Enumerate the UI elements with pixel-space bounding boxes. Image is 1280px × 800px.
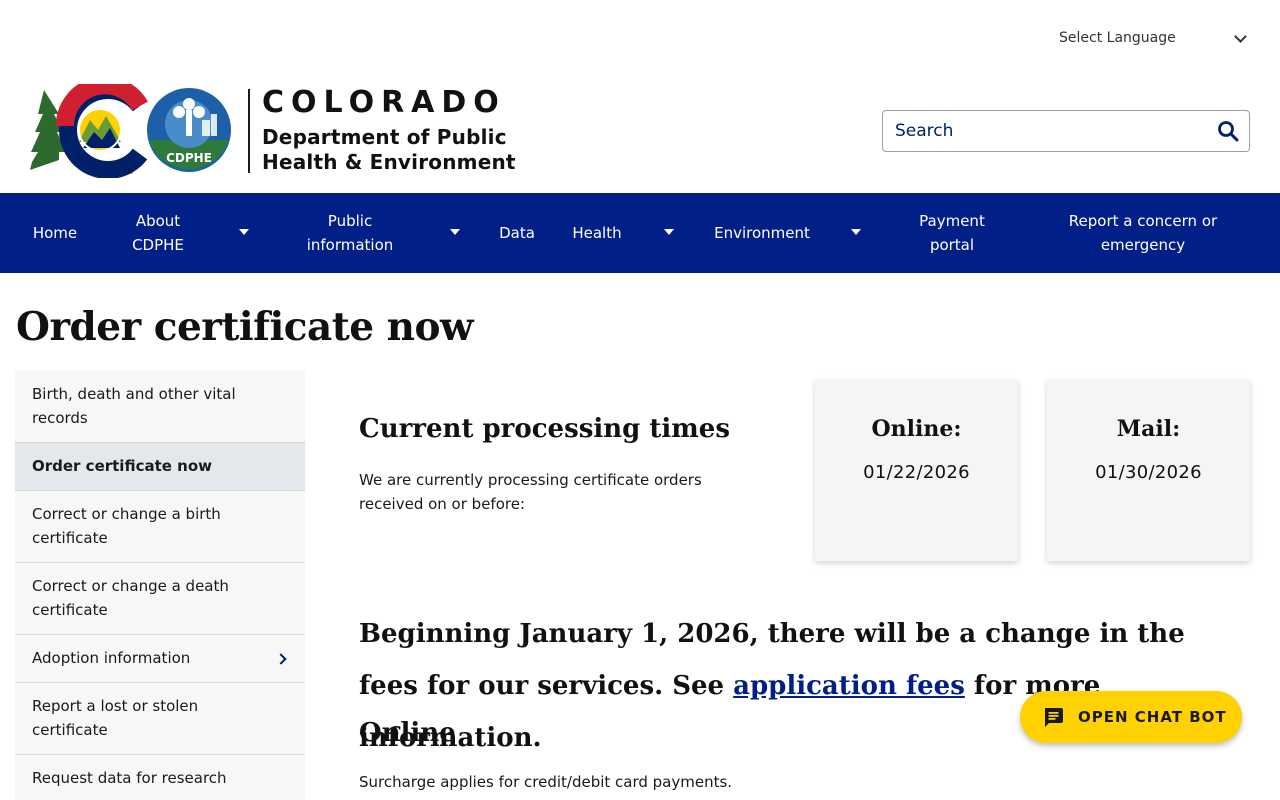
language-select-label: Select Language (1059, 30, 1176, 46)
sidenav-item-adoption[interactable]: Adoption information (15, 635, 305, 683)
logo-text: COLORADO Department of Public Health & E… (262, 87, 516, 175)
sidenav-item-correct-death[interactable]: Correct or change a death certificate (15, 563, 305, 635)
chat-icon (1045, 708, 1063, 727)
colorado-cdphe-logo-icon: TM CDPHE (30, 84, 231, 178)
application-fees-link[interactable]: application fees (733, 671, 965, 701)
card-label: Online: (871, 416, 962, 442)
side-nav: Birth, death and other vital records Ord… (15, 371, 305, 800)
search-input[interactable] (895, 121, 1217, 141)
svg-text:TM: TM (123, 169, 133, 176)
nav-item-environment[interactable]: Environment (707, 193, 817, 273)
logo-dept-line1: Department of Public (262, 125, 507, 149)
logo-divider (248, 89, 250, 173)
language-select[interactable]: Select Language (1059, 27, 1251, 49)
open-chat-bot-button[interactable]: OPEN CHAT BOT (1020, 691, 1242, 743)
online-heading: Online (359, 718, 456, 748)
nav-item-data[interactable]: Data (492, 193, 542, 273)
caret-down-icon[interactable] (450, 229, 460, 235)
processing-times-heading: Current processing times (359, 414, 730, 444)
card-label: Mail: (1116, 416, 1181, 442)
chevron-right-icon[interactable] (275, 652, 287, 665)
logo-state-name: COLORADO (262, 85, 506, 120)
card-date: 01/30/2026 (1095, 462, 1202, 483)
surcharge-note: Surcharge applies for credit/debit card … (359, 773, 733, 791)
svg-text:CDPHE: CDPHE (166, 151, 212, 165)
nav-item-public-information[interactable]: Public information (295, 193, 405, 273)
caret-down-icon[interactable] (664, 229, 674, 235)
caret-down-icon[interactable] (851, 229, 861, 235)
sidenav-item-vital-records[interactable]: Birth, death and other vital records (15, 371, 305, 443)
search-box (882, 110, 1250, 152)
processing-times-description: We are currently processing certificate … (359, 471, 702, 513)
main-nav: Home About CDPHE Public information Data… (0, 193, 1280, 273)
sidenav-item-correct-birth[interactable]: Correct or change a birth certificate (15, 491, 305, 563)
chat-button-label: OPEN CHAT BOT (1078, 708, 1227, 726)
nav-item-payment-portal[interactable]: Payment portal (907, 193, 997, 273)
page-title: Order certificate now (16, 304, 474, 350)
nav-item-health[interactable]: Health (562, 193, 632, 273)
nav-item-about[interactable]: About CDPHE (118, 193, 198, 273)
chevron-down-icon (1234, 29, 1247, 43)
nav-item-report-concern[interactable]: Report a concern or emergency (1062, 193, 1224, 273)
nav-item-home[interactable]: Home (20, 193, 90, 273)
sidenav-item-label: Adoption information (32, 649, 191, 667)
card-date: 01/22/2026 (863, 462, 970, 483)
site-logo[interactable]: TM CDPHE COLORADO Department of Public H… (28, 84, 516, 178)
sidenav-item-lost-stolen[interactable]: Report a lost or stolen certificate (15, 683, 305, 755)
caret-down-icon[interactable] (239, 229, 249, 235)
processing-card-mail: Mail: 01/30/2026 (1047, 380, 1250, 561)
search-icon[interactable] (1217, 120, 1239, 142)
processing-card-online: Online: 01/22/2026 (815, 380, 1018, 561)
sidenav-item-order-certificate[interactable]: Order certificate now (15, 443, 305, 491)
logo-dept-line2: Health & Environment (262, 150, 516, 174)
sidenav-item-request-data[interactable]: Request data for research (15, 755, 305, 800)
